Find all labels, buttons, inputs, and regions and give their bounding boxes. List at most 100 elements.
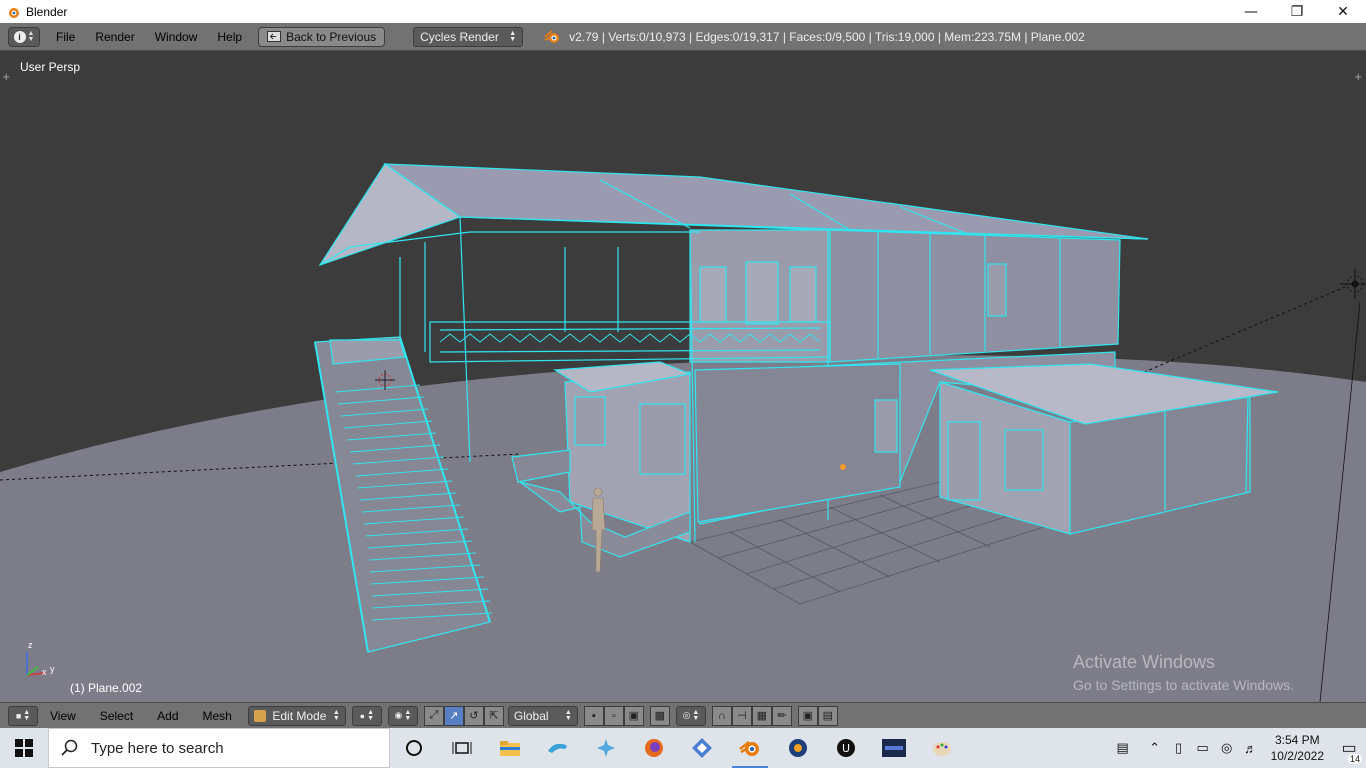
clapper-icon: ▤ bbox=[822, 710, 834, 722]
pivot-icon: ◉ bbox=[394, 710, 403, 720]
menu-view[interactable]: View bbox=[38, 709, 88, 723]
snap-target-button[interactable]: ▦ bbox=[751, 705, 772, 726]
menu-add[interactable]: Add bbox=[145, 709, 190, 723]
minimize-icon: — bbox=[1244, 3, 1258, 20]
back-to-previous-button[interactable]: Back to Previous bbox=[258, 26, 386, 47]
restore-icon: ❐ bbox=[1290, 3, 1304, 20]
axis-z-label: z bbox=[28, 640, 33, 650]
updown-arrow-icon: ▲ ▼ bbox=[509, 29, 517, 43]
3d-view-header: ■ ▲ ▼ View Select Add Mesh Edit Mode ▲ ▼ ● ▲… bbox=[0, 702, 1366, 728]
restore-button[interactable]: ❐ bbox=[1274, 0, 1320, 23]
notification-center-button[interactable]: ▭ 14 bbox=[1332, 738, 1366, 764]
minimize-button[interactable]: — bbox=[1228, 0, 1274, 23]
proportional-edit-select[interactable]: ◎ ▲ ▼ bbox=[675, 705, 706, 726]
windows-taskbar: Type here to search U ▤ ⌃ ▯ ▭ ◎ ♬ 3:54 P… bbox=[0, 728, 1366, 768]
updown-arrow-icon: ▲ ▼ bbox=[404, 708, 412, 722]
mode-select[interactable]: Edit Mode ▲ ▼ bbox=[247, 705, 346, 726]
limit-selection-button[interactable]: ▩ bbox=[649, 705, 670, 726]
render-engine-select[interactable]: Cycles Render ▲ ▼ bbox=[413, 26, 524, 47]
info-icon: i bbox=[13, 30, 26, 43]
updown-arrow-icon: ▲ ▼ bbox=[692, 708, 700, 722]
render-engine-value: Cycles Render bbox=[420, 29, 499, 44]
taskbar-firefox[interactable] bbox=[630, 728, 678, 768]
windows-logo-icon bbox=[15, 739, 33, 757]
orientation-value: Global bbox=[513, 708, 549, 723]
close-button[interactable]: ✕ bbox=[1320, 0, 1366, 23]
taskbar-blender[interactable] bbox=[726, 728, 774, 768]
editor-type-3dview-button[interactable]: ■ ▲ ▼ bbox=[8, 705, 38, 726]
vertex-select-button[interactable]: ▪ bbox=[583, 705, 604, 726]
folder-icon bbox=[500, 741, 520, 756]
svg-text:U: U bbox=[842, 742, 850, 755]
taskbar-dolphin-app[interactable] bbox=[534, 728, 582, 768]
region-expand-right-icon[interactable]: + bbox=[1354, 72, 1364, 83]
shading-sphere-icon: ● bbox=[359, 710, 366, 721]
updown-arrow-icon: ▲ ▼ bbox=[332, 708, 340, 722]
pivot-point-select[interactable]: ◉ ▲ ▼ bbox=[387, 705, 418, 726]
scene-stats: v2.79 | Verts:0/10,973 | Edges:0/19,317 … bbox=[569, 29, 1085, 44]
task-view-icon bbox=[452, 742, 472, 754]
region-expand-left-icon[interactable]: + bbox=[2, 72, 12, 83]
snap-increment-icon: ⊣ bbox=[737, 710, 747, 722]
scene-render[interactable] bbox=[0, 52, 1366, 702]
back-to-previous-label: Back to Previous bbox=[286, 29, 377, 44]
updown-arrow-icon: ▲ ▼ bbox=[564, 708, 572, 722]
face-select-button[interactable]: ▣ bbox=[623, 705, 644, 726]
scale-icon: ⇱ bbox=[489, 710, 499, 722]
translate-manipulator-button[interactable]: ↗ bbox=[443, 705, 464, 726]
taskbar-game-app[interactable] bbox=[870, 728, 918, 768]
news-widget-icon[interactable]: ▤ bbox=[1111, 740, 1135, 756]
clock-date: 10/2/2022 bbox=[1270, 749, 1324, 763]
menu-help[interactable]: Help bbox=[207, 30, 252, 44]
opengl-render-animation-button[interactable]: ▤ bbox=[817, 705, 838, 726]
menu-render[interactable]: Render bbox=[85, 30, 144, 44]
watermark-line1: Activate Windows bbox=[1073, 652, 1216, 672]
snap-element-select[interactable]: ⊣ bbox=[731, 705, 752, 726]
menu-file[interactable]: File bbox=[46, 30, 85, 44]
info-header: i ▲ ▼ File Render Window Help Back to Pre… bbox=[0, 23, 1366, 51]
menu-mesh[interactable]: Mesh bbox=[191, 709, 244, 723]
taskbar-unreal-engine[interactable]: U bbox=[822, 728, 870, 768]
cortana-button[interactable] bbox=[390, 728, 438, 768]
battery-icon[interactable]: ▭ bbox=[1191, 740, 1215, 756]
puzzle-icon bbox=[597, 739, 615, 757]
transform-orientation-select[interactable]: Global ▲ ▼ bbox=[507, 705, 578, 726]
show-hidden-icons-chevron-icon[interactable]: ⌃ bbox=[1143, 740, 1167, 756]
cube-icon: ■ bbox=[15, 710, 22, 721]
task-view-button[interactable] bbox=[438, 728, 486, 768]
volume-icon[interactable]: ♬ bbox=[1239, 741, 1263, 756]
editor-type-button[interactable]: i ▲ ▼ bbox=[8, 26, 40, 47]
taskbar-puzzle-app[interactable] bbox=[582, 728, 630, 768]
rotate-manipulator-button[interactable]: ↺ bbox=[463, 705, 484, 726]
network-globe-icon[interactable]: ◎ bbox=[1215, 740, 1239, 756]
device-icon[interactable]: ▯ bbox=[1167, 740, 1191, 756]
menu-window[interactable]: Window bbox=[145, 30, 208, 44]
arrow-icon: ↗ bbox=[449, 710, 459, 722]
taskbar-file-explorer[interactable] bbox=[486, 728, 534, 768]
snap-toggle[interactable]: ∩ bbox=[711, 705, 732, 726]
menu-select[interactable]: Select bbox=[88, 709, 145, 723]
proportional-icon: ◎ bbox=[682, 710, 691, 720]
game-app-icon bbox=[882, 739, 906, 757]
scale-manipulator-button[interactable]: ⇱ bbox=[483, 705, 504, 726]
snap-align-button[interactable]: ✏ bbox=[771, 705, 792, 726]
manipulator-toggle[interactable]: ⤢ bbox=[423, 705, 444, 726]
taskbar-clock[interactable]: 3:54 PM 10/2/2022 bbox=[1271, 732, 1324, 764]
camera-icon: ▣ bbox=[802, 710, 814, 722]
viewport-shading-select[interactable]: ● ▲ ▼ bbox=[351, 705, 382, 726]
edge-select-button[interactable]: ▫ bbox=[603, 705, 624, 726]
axis-y-label: y bbox=[50, 664, 55, 674]
taskbar-search-box[interactable]: Type here to search bbox=[48, 728, 390, 768]
diamond-app-icon bbox=[692, 738, 712, 758]
object-origin bbox=[840, 464, 846, 470]
taskbar-paint-app[interactable] bbox=[918, 728, 966, 768]
magnet-icon: ∩ bbox=[717, 709, 726, 722]
face-select-icon: ▣ bbox=[628, 710, 640, 722]
activate-windows-watermark: Activate Windows Go to Settings to activ… bbox=[1073, 652, 1294, 693]
3d-viewport[interactable]: z x y + + User Persp (1) Plane.002 Activ… bbox=[0, 52, 1366, 702]
taskbar-app-diamond[interactable] bbox=[678, 728, 726, 768]
start-button[interactable] bbox=[0, 728, 48, 768]
opengl-render-button[interactable]: ▣ bbox=[797, 705, 818, 726]
taskbar-media-app[interactable] bbox=[774, 728, 822, 768]
limit-selection-icon: ▩ bbox=[654, 710, 666, 722]
